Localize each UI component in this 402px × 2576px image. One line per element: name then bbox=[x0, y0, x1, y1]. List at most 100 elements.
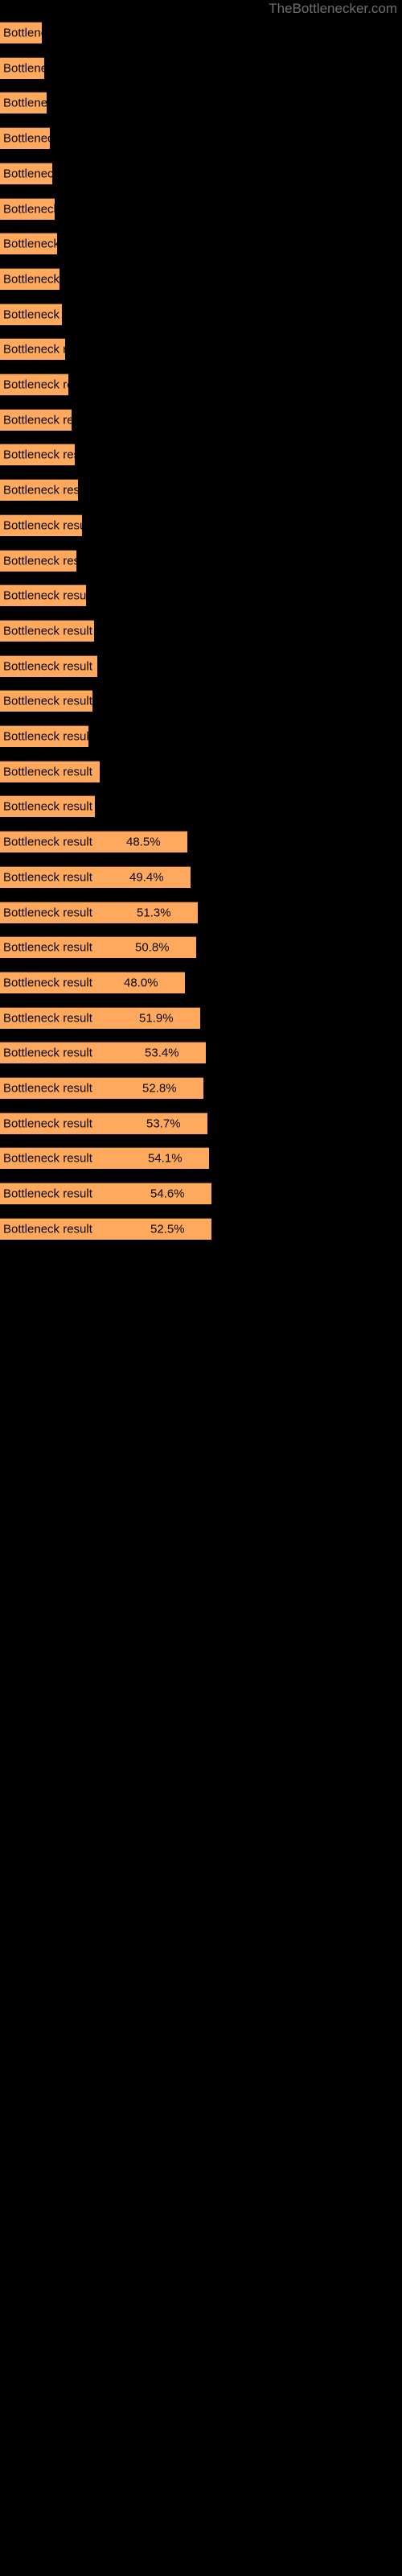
bar-content: Bottleneck result bbox=[0, 762, 100, 782]
bar-value-label: 51.3% bbox=[137, 906, 171, 919]
bar-label: Bottleneck result bbox=[3, 26, 42, 40]
bar-label: Bottleneck result bbox=[3, 765, 92, 779]
bar-value-label: 53.7% bbox=[146, 1117, 181, 1131]
bar-value-label: 52.5% bbox=[150, 1222, 185, 1236]
bar-content: Bottleneck result bbox=[0, 23, 42, 43]
bar-content: Bottleneck result bbox=[0, 233, 57, 254]
bar: Bottleneck result bbox=[0, 690, 92, 712]
bar-content: Bottleneck result bbox=[0, 691, 92, 712]
bar-label: Bottleneck result bbox=[3, 448, 75, 462]
bar-value-label: 48.0% bbox=[124, 976, 158, 990]
bar: Bottleneck result 51.9% bbox=[0, 1006, 200, 1029]
bar-content: Bottleneck result bbox=[0, 374, 68, 395]
bar-content: Bottleneck result bbox=[0, 304, 62, 325]
bar-content: Bottleneck result bbox=[0, 515, 82, 536]
bar: Bottleneck result 53.4% bbox=[0, 1042, 206, 1064]
bar: Bottleneck result bbox=[0, 725, 88, 747]
bar-content: Bottleneck result bbox=[0, 480, 78, 501]
bar-content: Bottleneck result bbox=[0, 796, 95, 817]
bar-content: Bottleneck result 53.4% bbox=[0, 1042, 206, 1063]
bar-value-label: 51.9% bbox=[139, 1011, 174, 1026]
bar: Bottleneck result 51.3% bbox=[0, 901, 198, 923]
bar-label: Bottleneck result bbox=[3, 413, 72, 427]
bar: Bottleneck result bbox=[0, 303, 62, 325]
bar-label: Bottleneck result bbox=[3, 1046, 92, 1060]
bar-label: Bottleneck result bbox=[3, 624, 92, 638]
bar: Bottleneck result bbox=[0, 619, 94, 642]
bar-value-label: 52.8% bbox=[142, 1081, 177, 1096]
bar-content: Bottleneck result bbox=[0, 93, 47, 114]
bar-content: Bottleneck result bbox=[0, 551, 76, 572]
bar-content: Bottleneck result 53.7% bbox=[0, 1113, 207, 1134]
bar: Bottleneck result bbox=[0, 197, 55, 220]
bar-content: Bottleneck result 51.3% bbox=[0, 902, 198, 923]
bar: Bottleneck result bbox=[0, 233, 57, 255]
bar-content: Bottleneck result 48.0% bbox=[0, 972, 185, 993]
bar-label: Bottleneck result bbox=[3, 976, 92, 990]
bar-label: Bottleneck result bbox=[3, 202, 55, 216]
bar-content: Bottleneck result bbox=[0, 585, 86, 606]
bar-label: Bottleneck result bbox=[3, 61, 44, 76]
bar-content: Bottleneck result 54.1% bbox=[0, 1148, 209, 1169]
bar-label: Bottleneck result bbox=[3, 1117, 92, 1131]
bar: Bottleneck result bbox=[0, 22, 42, 43]
bar-label: Bottleneck result bbox=[3, 272, 59, 287]
bar-content: Bottleneck result bbox=[0, 444, 75, 465]
bar-value-label: 48.5% bbox=[126, 835, 161, 849]
bar-content: Bottleneck result 54.6% bbox=[0, 1183, 211, 1204]
bar: Bottleneck result 49.4% bbox=[0, 865, 191, 888]
bar: Bottleneck result 52.8% bbox=[0, 1077, 203, 1099]
bar-content: Bottleneck result bbox=[0, 656, 97, 677]
bar-content: Bottleneck result bbox=[0, 621, 94, 642]
bar-content: Bottleneck result bbox=[0, 269, 59, 290]
bar-value-label: 54.6% bbox=[150, 1187, 185, 1201]
bar-label: Bottleneck result bbox=[3, 96, 47, 110]
bar-label: Bottleneck result bbox=[3, 554, 76, 568]
bar-value-label: 53.4% bbox=[145, 1046, 179, 1060]
bar: Bottleneck result 54.1% bbox=[0, 1147, 209, 1170]
bar: Bottleneck result bbox=[0, 162, 52, 184]
bar-label: Bottleneck result bbox=[3, 694, 92, 708]
bar-label: Bottleneck result bbox=[3, 518, 82, 533]
bar: Bottleneck result bbox=[0, 584, 86, 607]
bar-content: Bottleneck result 52.5% bbox=[0, 1219, 211, 1240]
bar-value-label: 54.1% bbox=[148, 1151, 183, 1166]
bar-value-label: 49.4% bbox=[129, 870, 164, 885]
bar-content: Bottleneck result bbox=[0, 199, 55, 220]
bar: Bottleneck result bbox=[0, 444, 75, 466]
bar-content: Bottleneck result bbox=[0, 339, 65, 360]
bar: Bottleneck result bbox=[0, 56, 44, 79]
bar-label: Bottleneck result bbox=[3, 308, 62, 322]
bar-label: Bottleneck result bbox=[3, 906, 92, 919]
bar: Bottleneck result bbox=[0, 127, 50, 150]
bar-label: Bottleneck result bbox=[3, 378, 68, 392]
bar-content: Bottleneck result bbox=[0, 163, 52, 184]
bar: Bottleneck result bbox=[0, 514, 82, 536]
bar: Bottleneck result 54.6% bbox=[0, 1183, 211, 1205]
bar: Bottleneck result bbox=[0, 338, 65, 361]
bar-content: Bottleneck result bbox=[0, 128, 50, 149]
bar: Bottleneck result 50.8% bbox=[0, 936, 196, 959]
bar: Bottleneck result bbox=[0, 408, 72, 431]
bar-label: Bottleneck result bbox=[3, 799, 92, 814]
bar: Bottleneck result bbox=[0, 479, 78, 502]
bar: Bottleneck result 53.7% bbox=[0, 1112, 207, 1134]
bar-chart-plot: Bottleneck resultBottleneck resultBottle… bbox=[0, 0, 402, 2576]
bar-label: Bottleneck result bbox=[3, 237, 57, 251]
bar: Bottleneck result 52.5% bbox=[0, 1217, 211, 1240]
bar-label: Bottleneck result bbox=[3, 659, 92, 674]
bar: Bottleneck result bbox=[0, 549, 76, 572]
bar-content: Bottleneck result 49.4% bbox=[0, 867, 191, 888]
bar-label: Bottleneck result bbox=[3, 1222, 92, 1236]
bar: Bottleneck result 48.5% bbox=[0, 831, 187, 853]
bar: Bottleneck result bbox=[0, 374, 68, 395]
bar-content: Bottleneck result bbox=[0, 410, 72, 431]
bar-content: Bottleneck result bbox=[0, 726, 88, 747]
bar-label: Bottleneck result bbox=[3, 835, 92, 849]
bar-label: Bottleneck result bbox=[3, 483, 78, 497]
bar: Bottleneck result 48.0% bbox=[0, 971, 185, 993]
bar: Bottleneck result bbox=[0, 795, 95, 818]
bar-label: Bottleneck result bbox=[3, 167, 52, 181]
bar-label: Bottleneck result bbox=[3, 588, 86, 603]
bar-label: Bottleneck result bbox=[3, 342, 65, 357]
